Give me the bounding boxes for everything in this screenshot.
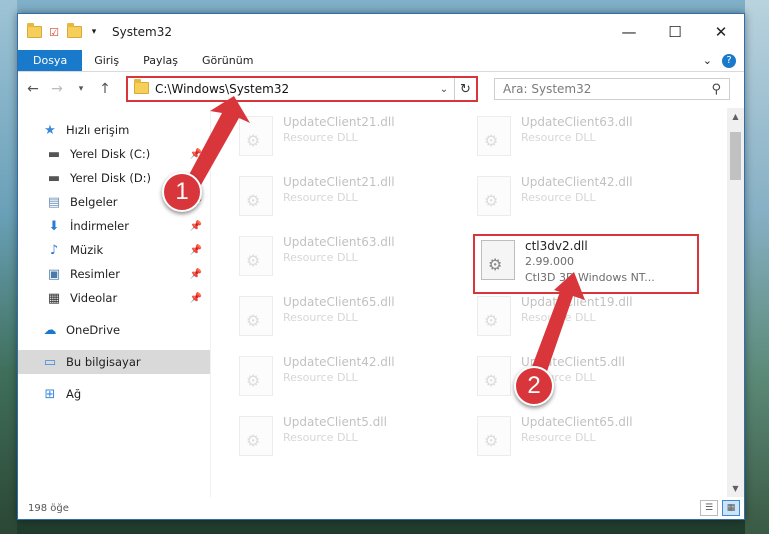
arrow-2 <box>530 272 585 380</box>
callout-badge-1: 1 <box>162 172 202 212</box>
callout-arrows <box>183 96 585 380</box>
callout-badge-2: 2 <box>514 366 554 406</box>
